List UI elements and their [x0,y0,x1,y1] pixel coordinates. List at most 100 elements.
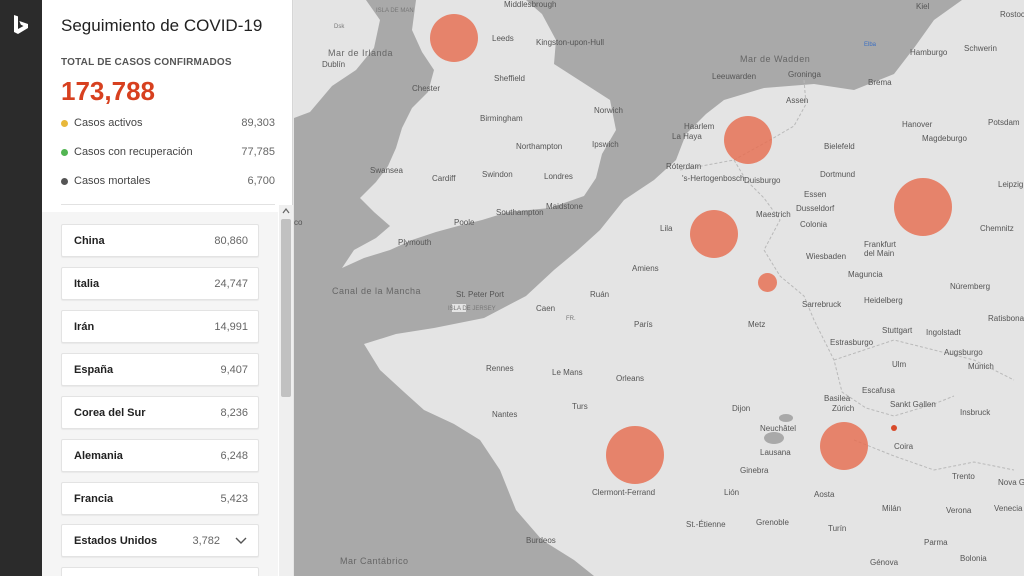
map-label: Ipswich [592,140,619,149]
case-bubble-uk[interactable] [430,14,478,62]
stat-label: Casos mortales [74,175,151,187]
map-label: La Haya [672,132,702,141]
map-view[interactable]: Mar de Irlanda Mar de Wadden Canal de la… [294,0,1024,576]
map-label: Stuttgart [882,326,913,335]
map-label: Dsk [334,24,345,30]
map-label: Maidstone [546,202,583,211]
country-item-alemania[interactable]: Alemania 6,248 [61,439,259,472]
case-bubble-liechtenstein[interactable] [891,425,897,431]
map-label: Verona [946,506,972,515]
country-item-espana[interactable]: España 9,407 [61,353,259,386]
case-bubble-luxembourg[interactable] [758,273,777,292]
country-item-italia[interactable]: Italia 24,747 [61,267,259,300]
scrollbar-thumb[interactable] [281,219,291,397]
list-scrollbar[interactable] [279,205,293,576]
country-item-estados-unidos[interactable]: Estados Unidos 3,782 [61,524,259,557]
map-label: Nova G [998,478,1024,487]
map-label: Leipzig [998,180,1024,189]
map-label: Ulm [892,360,907,369]
chevron-down-icon[interactable] [234,533,248,547]
country-item-iran[interactable]: Irán 14,991 [61,310,259,343]
map-label: Trento [952,472,975,481]
map-label: Maestrich [756,210,791,219]
map-label: Norwich [594,106,623,115]
map-label: Augsburgo [944,348,983,357]
country-name: Estados Unidos [74,535,158,547]
map-label: Rennes [486,364,514,373]
map-label: Lila [660,224,673,233]
map-label: 's-Hertogenbosch [682,174,745,183]
map-label: ISLA DE MAN [376,8,414,14]
active-dot-icon [61,120,68,127]
map-label: Haarlem [684,122,715,131]
country-item-francia[interactable]: Francia 5,423 [61,482,259,515]
map-label: Swansea [370,166,403,175]
map-label: Neuchâtel [760,424,797,433]
map-label: Ingolstadt [926,328,961,337]
map-label: Lausana [760,448,791,457]
country-name: Francia [74,493,114,505]
page-title: Seguimiento de COVID-19 [61,16,263,35]
total-cases-value: 173,788 [61,76,155,106]
country-name: Corea del Sur [74,407,146,419]
map-label: Sankt Gallen [890,400,936,409]
map-label: Cardiff [432,174,456,183]
map-label: Ruán [590,290,610,299]
map-label: Núremberg [950,282,991,291]
map-label: Canal de la Mancha [332,286,422,296]
stat-value: 89,303 [241,117,275,129]
map-label: Leeuwarden [712,72,757,81]
map-label: Escafusa [862,386,895,395]
map-label: Dublín [322,60,346,69]
map-label: Magdeburgo [922,134,967,143]
stat-value: 6,700 [247,175,275,187]
map-label: Turs [572,402,588,411]
map-label: Elba [864,42,877,48]
map-label: Insbruck [960,408,991,417]
scroll-up-icon[interactable] [282,207,290,215]
map-label: Basilea [824,394,851,403]
bing-logo-icon[interactable] [12,14,30,36]
country-item-china[interactable]: China 80,860 [61,224,259,257]
country-item-corea-del-sur[interactable]: Corea del Sur 8,236 [61,396,259,429]
country-name: Alemania [74,450,123,462]
map-label: Southampton [496,208,544,217]
country-cases: 24,747 [214,278,248,290]
stat-label: Casos con recuperación [74,146,193,158]
map-label: Chester [412,84,441,93]
map-label: Dusseldorf [796,204,835,213]
map-label: Bolonia [960,554,987,563]
country-list[interactable]: China 80,860 Italia 24,747 Irán 14,991 E… [42,212,278,576]
map-label: Essen [804,190,827,199]
map-label: Caen [536,304,556,313]
map-label: Londres [544,172,573,181]
case-bubble-switzerland[interactable] [820,422,868,470]
case-bubble-germany[interactable] [894,178,952,236]
stat-value: 77,785 [241,146,275,158]
map-label: Nantes [492,410,518,419]
map-label: Aosta [814,490,835,499]
map-label: Ratisbona [988,314,1024,323]
country-cases: 8,236 [220,407,248,419]
case-bubble-france[interactable] [606,426,664,484]
map-label: Sarrebruck [802,300,842,309]
map-label: Múnich [968,362,994,371]
map-label: Mar de Wadden [740,54,811,64]
map-label: Génova [870,558,899,567]
map-label: Clermont-Ferrand [592,488,656,497]
map-label: ISLA DE JERSEY [448,306,496,312]
country-name: China [74,235,105,247]
case-bubble-belgium[interactable] [690,210,738,258]
map-label: Metz [748,320,766,329]
map-label: Rostock [1000,10,1024,19]
map-label: Hamburgo [910,48,948,57]
map-label: Burdeos [526,536,556,545]
country-name: España [74,364,114,376]
deaths-dot-icon [61,178,68,185]
map-label: Estrasburgo [830,338,874,347]
country-item-next[interactable] [61,567,259,576]
country-cases: 14,991 [214,321,248,333]
map-label: Poole [454,218,475,227]
map-label: Assen [786,96,809,105]
case-bubble-netherlands[interactable] [724,116,772,164]
